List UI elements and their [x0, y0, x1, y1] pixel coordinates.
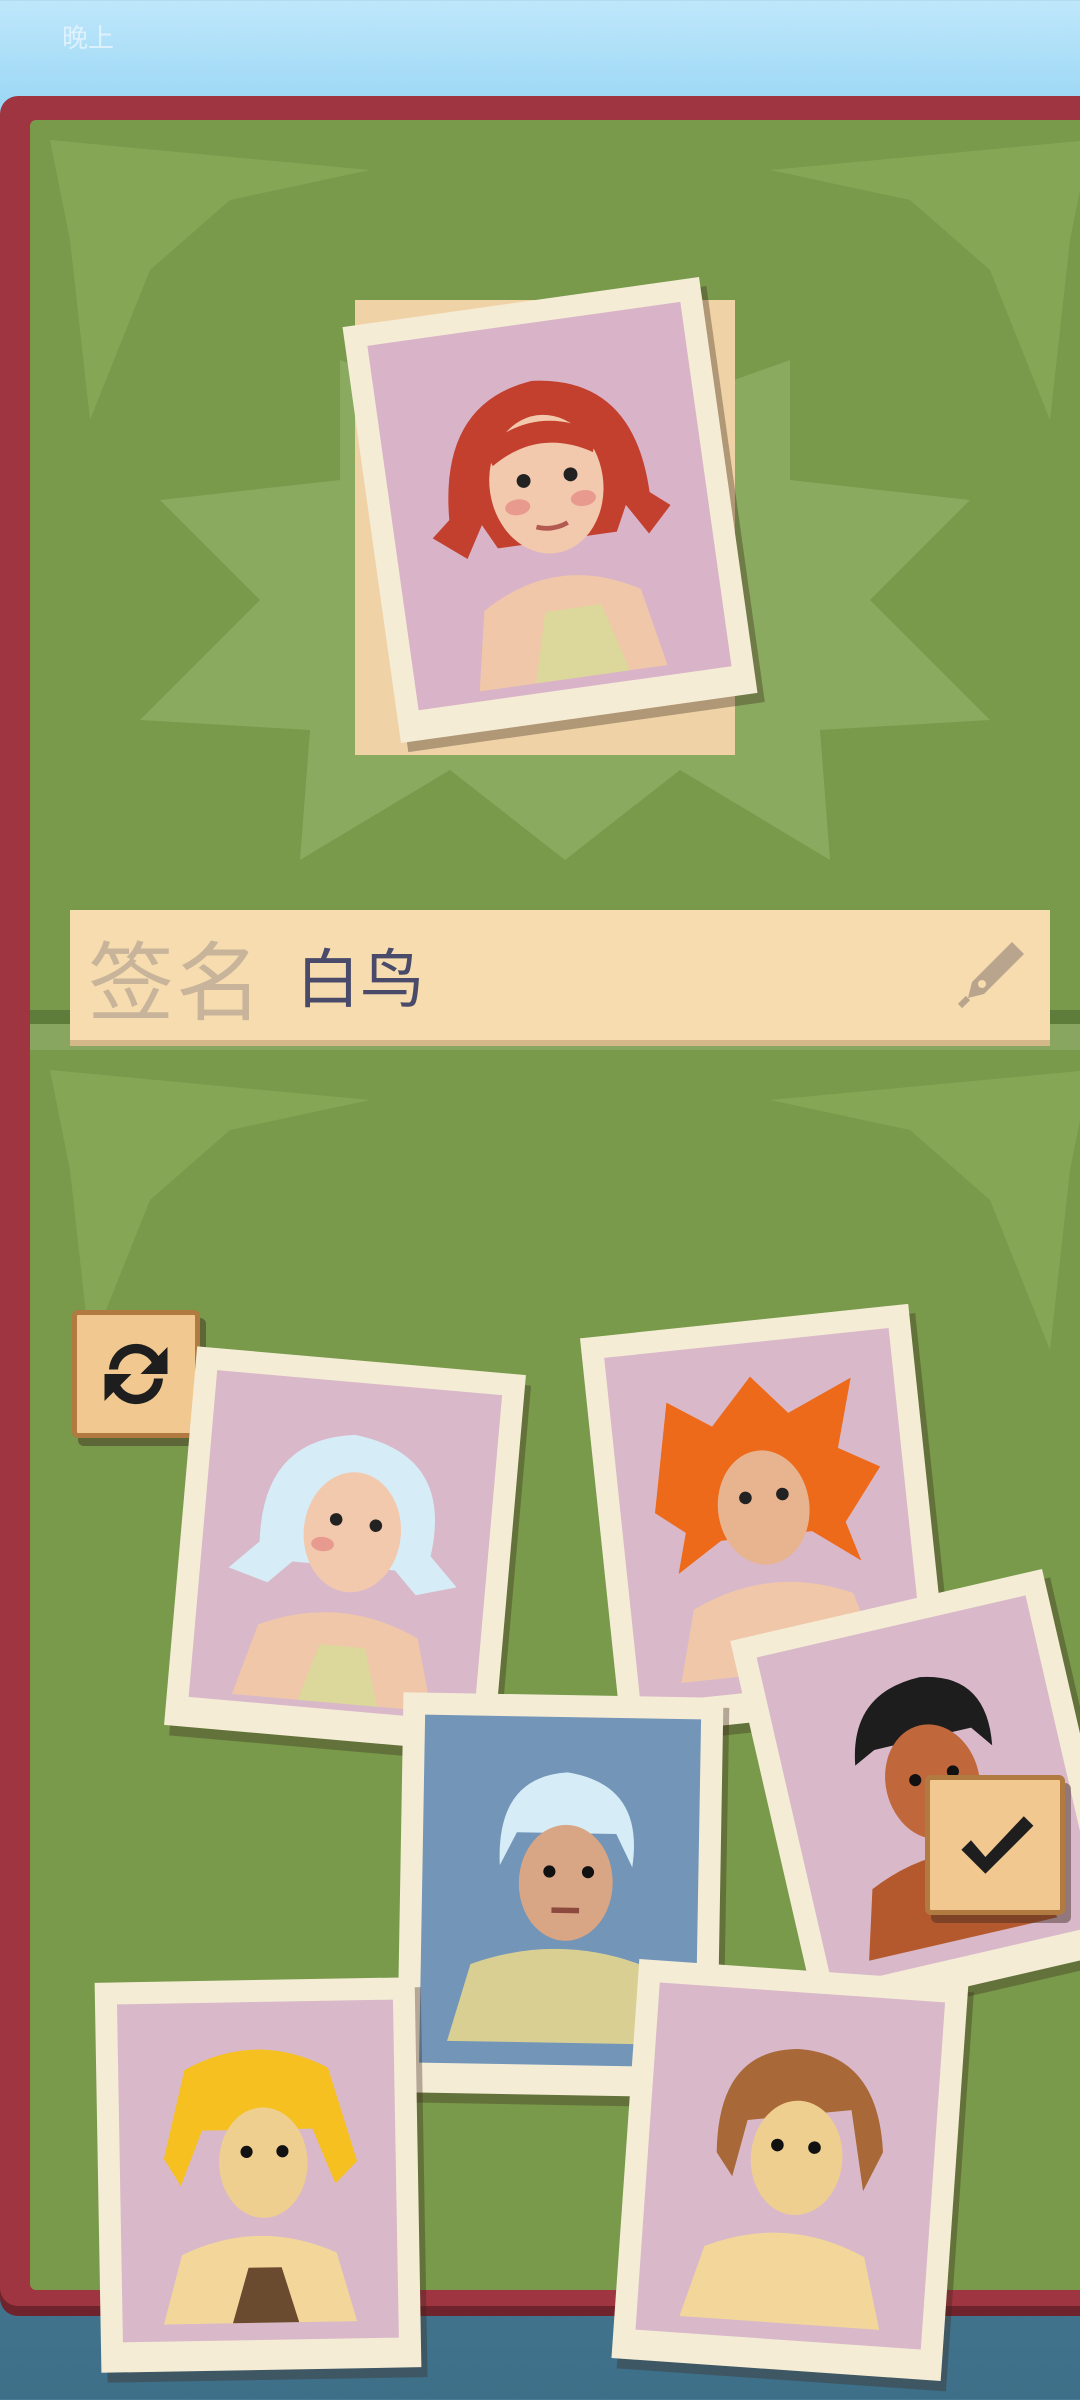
- character-photo-white-hair: [188, 1370, 503, 1722]
- selected-portrait-photo: [367, 301, 732, 711]
- signature-label: 签名: [88, 935, 264, 1032]
- signature-bar[interactable]: 签名 白鸟: [70, 910, 1050, 1040]
- character-photo-blonde: [117, 1999, 399, 2343]
- status-text: 晚上: [62, 23, 115, 53]
- pen-icon[interactable]: [952, 934, 1032, 1014]
- refresh-icon: [104, 1343, 168, 1405]
- character-card-brown-hair[interactable]: [611, 1958, 969, 2382]
- selected-portrait: [342, 276, 758, 744]
- character-board: 签名 白鸟: [0, 96, 1080, 2382]
- confirm-button[interactable]: [925, 1775, 1065, 1915]
- signature-name: 白鸟: [296, 944, 424, 1016]
- green-panel: 签名 白鸟: [30, 120, 1080, 2382]
- checkmark-icon: [961, 1816, 1034, 1874]
- character-card-blonde[interactable]: [94, 1977, 422, 2373]
- refresh-button[interactable]: [72, 1310, 200, 1438]
- character-photo-brown-hair: [635, 1982, 946, 2350]
